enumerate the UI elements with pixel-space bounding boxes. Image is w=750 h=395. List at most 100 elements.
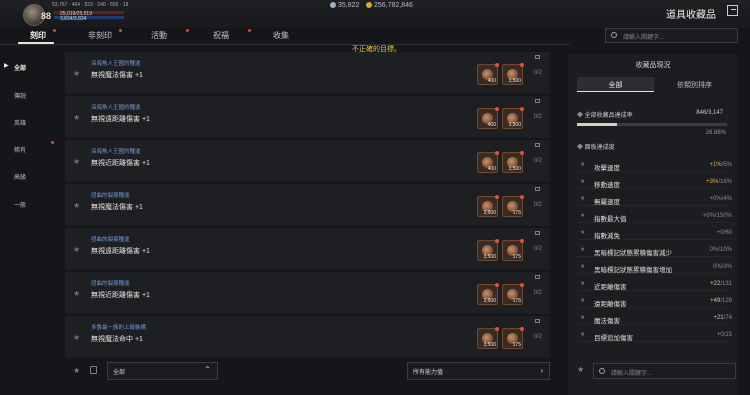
- tab-blessing[interactable]: 祝福: [213, 29, 251, 41]
- search-input-bottom[interactable]: 請輸入關鍵字...: [593, 363, 736, 379]
- mp-value: 3,834/3,834: [60, 16, 87, 22]
- page-title: 道具收藏品: [666, 10, 716, 21]
- star-icon[interactable]: ★: [580, 178, 585, 185]
- material-slot[interactable]: 3,500: [477, 239, 499, 261]
- tab-collect[interactable]: 收集: [273, 30, 289, 41]
- item-effect: 無視遠距離傷害 +1: [91, 248, 150, 255]
- item-count: 0/2: [533, 202, 542, 208]
- item-count: 0/2: [533, 246, 542, 252]
- category-dropdown[interactable]: 全部 ⌃: [107, 362, 218, 380]
- material-slot[interactable]: 175: [502, 239, 524, 261]
- stat-value: +3%/16%: [706, 179, 732, 185]
- material-slot[interactable]: 3,500: [477, 327, 499, 349]
- panel-tab-all[interactable]: 全部: [577, 77, 654, 92]
- star-icon[interactable]: ★: [580, 280, 585, 287]
- material-slot[interactable]: 400: [477, 63, 499, 85]
- list-item[interactable]: ★ 扭曲的裂痕種違 無視魔法傷害 +1 3,500 175 0/2: [65, 184, 550, 227]
- item-count: 0/2: [533, 158, 542, 164]
- lock-icon[interactable]: [90, 366, 97, 374]
- search-input-top[interactable]: 請輸入關鍵字...: [605, 28, 738, 43]
- tag-icon: [535, 55, 540, 59]
- material-slot[interactable]: 3,500: [502, 151, 524, 173]
- total-progress-label: ◆ 全部收藏品達成率: [577, 113, 633, 119]
- triangle-icon: ◆: [577, 145, 585, 151]
- exit-icon[interactable]: [727, 5, 738, 16]
- stat-name: 目標追加傷害: [594, 335, 633, 342]
- material-slot[interactable]: 400: [477, 107, 499, 129]
- stat-row: ★ 黑暗標記狀態累積傷害減少 0%/10%: [577, 244, 732, 257]
- total-progress-percent: 26.88%: [705, 130, 726, 136]
- search-placeholder: 請輸入關鍵字...: [623, 35, 665, 41]
- star-icon[interactable]: ★: [580, 161, 585, 168]
- sidebar-item-legendary[interactable]: 傳說: [14, 91, 26, 100]
- stat-name: 黑暗標記狀態累積傷害減少: [594, 250, 672, 257]
- tab-non-engraved[interactable]: 非刻印: [88, 29, 122, 41]
- star-icon[interactable]: ★: [73, 113, 80, 122]
- stat-value: +49/128: [710, 298, 732, 304]
- tab-divider: [0, 44, 570, 45]
- material-slot[interactable]: 3,500: [502, 107, 524, 129]
- list-item[interactable]: ★ 深海魚人王國的種違 無視遠距離傷害 +1 400 3,500 0/2: [65, 96, 550, 139]
- stat-name: 黑暗標記狀態累積傷害增加: [594, 267, 672, 274]
- item-effect: 無視近距離傷害 +1: [91, 292, 150, 299]
- list-item[interactable]: ★ 多魯最一族的上級裝備 無視魔法命中 +1 3,500 175 0/2: [65, 316, 550, 359]
- material-slot[interactable]: 3,500: [477, 283, 499, 305]
- star-icon[interactable]: ★: [580, 229, 585, 236]
- material-slot[interactable]: 400: [477, 151, 499, 173]
- star-icon[interactable]: ★: [73, 289, 80, 298]
- panel-tab-by-category[interactable]: 依類別排序: [656, 77, 733, 92]
- star-icon[interactable]: ★: [580, 263, 585, 270]
- favorite-star-icon[interactable]: ★: [577, 365, 584, 374]
- item-source: 深海魚人王國的種違: [91, 149, 141, 155]
- material-slot[interactable]: 3,500: [477, 195, 499, 217]
- stat-name: 攻擊速度: [594, 165, 620, 172]
- filter-bar: ★ 全部 ⌃ 所有能力值 ›: [65, 358, 550, 388]
- item-source: 扭曲的裂痕種違: [91, 237, 130, 243]
- ability-dropdown[interactable]: 所有能力值 ›: [407, 362, 550, 380]
- list-item[interactable]: ★ 深海魚人王國的種違 無視近距離傷害 +1 400 3,500 0/2: [65, 140, 550, 183]
- star-icon[interactable]: ★: [73, 69, 80, 78]
- search-icon: [599, 368, 605, 374]
- star-icon[interactable]: ★: [580, 246, 585, 253]
- star-icon[interactable]: ★: [73, 333, 80, 342]
- favorite-filter-star-icon[interactable]: ★: [73, 366, 80, 375]
- stat-name: 魔法傷害: [594, 318, 620, 325]
- tag-icon: [535, 231, 540, 235]
- sidebar-item-all[interactable]: 全部: [14, 63, 26, 72]
- item-effect: 無視遠距離傷害 +1: [91, 116, 150, 123]
- item-count: 0/2: [533, 70, 542, 76]
- stat-value: 0%/10%: [709, 247, 732, 253]
- material-slot[interactable]: 175: [502, 195, 524, 217]
- stat-row: ★ 近距離傷害 +22/131: [577, 278, 732, 291]
- stat-value: +0%/150%: [702, 213, 732, 219]
- material-slot[interactable]: 175: [502, 283, 524, 305]
- tab-engraved[interactable]: 刻印: [30, 29, 56, 41]
- star-icon[interactable]: ★: [580, 331, 585, 338]
- star-icon[interactable]: ★: [580, 297, 585, 304]
- total-progress-value: 846/3,147: [696, 110, 723, 116]
- sidebar-item-hero[interactable]: 英雄: [14, 118, 26, 127]
- tag-icon: [535, 99, 540, 103]
- item-effect: 無視魔法傷害 +1: [91, 72, 143, 79]
- tab-event[interactable]: 活動: [151, 29, 189, 41]
- sidebar-item-advanced[interactable]: 高級: [14, 172, 26, 181]
- sidebar-item-rare[interactable]: 稀有: [14, 141, 54, 154]
- star-icon[interactable]: ★: [73, 157, 80, 166]
- list-item[interactable]: ★ 扭曲的裂痕種違 無視近距離傷害 +1 3,500 175 0/2: [65, 272, 550, 315]
- stat-value: +1%/5%: [709, 162, 732, 168]
- gold-coin-icon: [366, 2, 372, 8]
- stat-name: 指數最大值: [594, 216, 627, 223]
- list-item[interactable]: ★ 扭曲的裂痕種違 無視遠距離傷害 +1 3,500 175 0/2: [65, 228, 550, 271]
- category-dropdown-value: 全部: [113, 370, 126, 376]
- list-item[interactable]: ★ 深海魚人王國的種違 無視魔法傷害 +1 400 3,500 0/2: [65, 52, 550, 95]
- star-icon[interactable]: ★: [580, 195, 585, 202]
- material-slot[interactable]: 175: [502, 327, 524, 349]
- star-icon[interactable]: ★: [580, 314, 585, 321]
- star-icon[interactable]: ★: [73, 201, 80, 210]
- star-icon[interactable]: ★: [580, 212, 585, 219]
- search-placeholder: 請輸入關鍵字...: [611, 371, 653, 377]
- material-slot[interactable]: 3,500: [502, 63, 524, 85]
- star-icon[interactable]: ★: [73, 245, 80, 254]
- sidebar-item-normal[interactable]: 一般: [14, 200, 26, 209]
- stat-row: ★ 魔法傷害 +21/74: [577, 312, 732, 325]
